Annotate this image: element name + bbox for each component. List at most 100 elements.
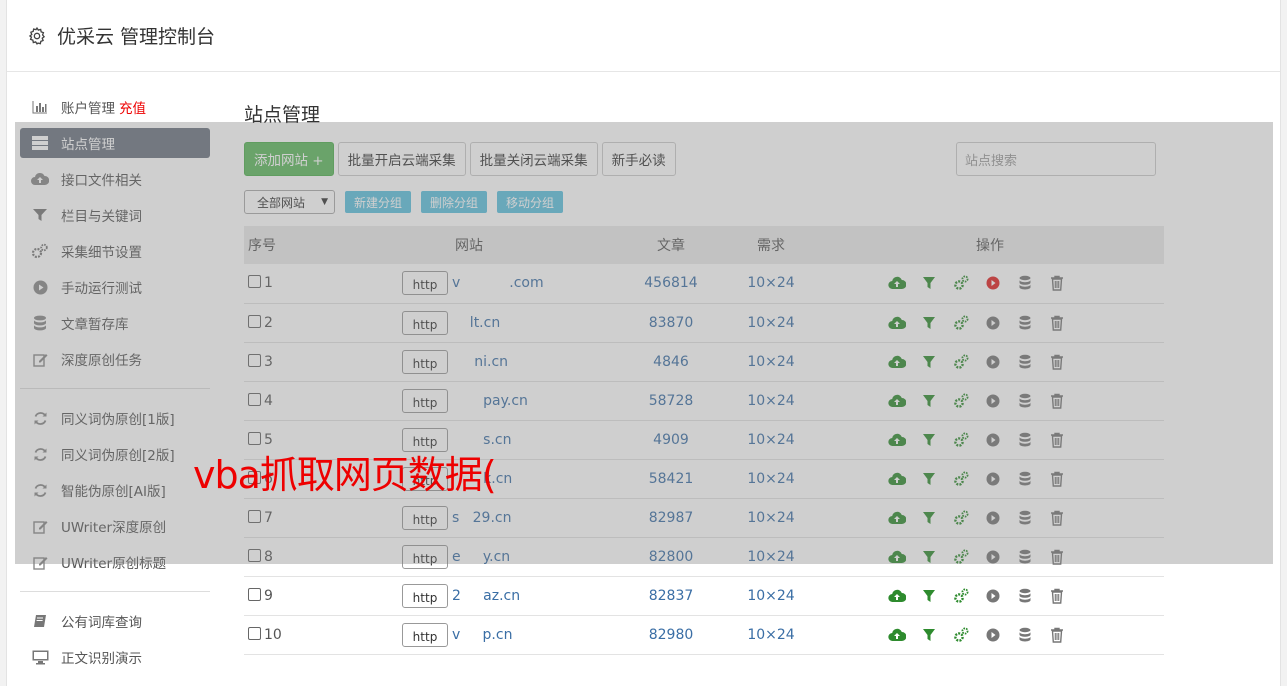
filter-icon[interactable] xyxy=(920,509,938,527)
gears-icon[interactable] xyxy=(952,548,970,566)
row-checkbox[interactable] xyxy=(248,314,261,328)
article-count-link[interactable]: 4909 xyxy=(616,420,726,459)
filter-icon[interactable] xyxy=(920,626,938,644)
demand-link[interactable]: 10×24 xyxy=(726,264,816,303)
protocol-badge[interactable]: http xyxy=(402,505,448,530)
gears-icon[interactable] xyxy=(952,626,970,644)
filter-icon[interactable] xyxy=(920,431,938,449)
protocol-badge[interactable]: http xyxy=(402,349,448,374)
demand-link[interactable]: 10×24 xyxy=(726,381,816,420)
article-count-link[interactable]: 82837 xyxy=(616,576,726,615)
gears-icon[interactable] xyxy=(952,587,970,605)
article-count-link[interactable]: 58421 xyxy=(616,459,726,498)
play-circle-icon[interactable] xyxy=(984,274,1002,292)
protocol-badge[interactable]: http xyxy=(402,583,448,608)
new-group-button[interactable]: 新建分组 xyxy=(345,191,412,213)
demand-link[interactable]: 10×24 xyxy=(726,537,816,576)
sidebar-item[interactable]: 采集细节设置 xyxy=(20,236,210,266)
demand-link[interactable]: 10×24 xyxy=(726,498,816,537)
play-circle-icon[interactable] xyxy=(984,470,1002,488)
cloud-upload-icon[interactable] xyxy=(888,314,907,332)
row-checkbox[interactable] xyxy=(248,275,261,289)
protocol-badge[interactable]: http xyxy=(402,388,448,413)
cloud-upload-icon[interactable] xyxy=(888,392,907,410)
batch-close-cloud-button[interactable]: 批量关闭云端采集 xyxy=(469,142,598,176)
protocol-badge[interactable]: http xyxy=(402,544,448,569)
filter-icon[interactable] xyxy=(920,314,938,332)
row-checkbox[interactable] xyxy=(248,626,261,640)
cloud-upload-icon[interactable] xyxy=(888,626,907,644)
filter-icon[interactable] xyxy=(920,470,938,488)
row-checkbox[interactable] xyxy=(248,587,261,601)
gears-icon[interactable] xyxy=(952,274,970,292)
trash-icon[interactable] xyxy=(1048,431,1066,449)
demand-link[interactable]: 10×24 xyxy=(726,420,816,459)
play-circle-icon[interactable] xyxy=(984,353,1002,371)
demand-link[interactable]: 10×24 xyxy=(726,303,816,342)
site-domain-link[interactable]: s 29.cn xyxy=(452,510,511,526)
site-domain-link[interactable]: 2 az.cn xyxy=(452,588,520,604)
database-icon[interactable] xyxy=(1016,431,1034,449)
database-icon[interactable] xyxy=(1016,353,1034,371)
sidebar-item[interactable]: 手动运行测试 xyxy=(20,272,210,302)
sidebar-item[interactable]: 栏目与关键词 xyxy=(20,200,210,230)
trash-icon[interactable] xyxy=(1048,548,1066,566)
database-icon[interactable] xyxy=(1016,509,1034,527)
site-search-input[interactable]: 站点搜索 xyxy=(956,142,1156,176)
gears-icon[interactable] xyxy=(952,353,970,371)
cloud-upload-icon[interactable] xyxy=(888,509,907,527)
sidebar-item[interactable]: 深度原创任务 xyxy=(20,344,210,374)
article-count-link[interactable]: 82980 xyxy=(616,615,726,654)
sidebar-item[interactable]: 接口文件相关 xyxy=(20,164,210,194)
demand-link[interactable]: 10×24 xyxy=(726,342,816,381)
site-domain-link[interactable]: lt.cn xyxy=(452,315,500,331)
cloud-upload-icon[interactable] xyxy=(888,548,907,566)
filter-icon[interactable] xyxy=(920,587,938,605)
sidebar-item[interactable]: 智能伪原创[AI版] xyxy=(20,475,210,505)
gears-icon[interactable] xyxy=(952,431,970,449)
protocol-badge[interactable]: http xyxy=(402,271,448,296)
trash-icon[interactable] xyxy=(1048,353,1066,371)
site-domain-link[interactable]: pay.cn xyxy=(452,393,528,409)
sidebar-item[interactable]: 同义词伪原创[2版] xyxy=(20,439,210,469)
article-count-link[interactable]: 58728 xyxy=(616,381,726,420)
sidebar-item[interactable]: 公有词库查询 xyxy=(20,606,210,636)
play-circle-icon[interactable] xyxy=(984,626,1002,644)
gears-icon[interactable] xyxy=(952,314,970,332)
demand-link[interactable]: 10×24 xyxy=(726,576,816,615)
sidebar-item[interactable]: 同义词伪原创[1版] xyxy=(20,403,210,433)
trash-icon[interactable] xyxy=(1048,509,1066,527)
database-icon[interactable] xyxy=(1016,470,1034,488)
cloud-upload-icon[interactable] xyxy=(888,353,907,371)
site-domain-link[interactable]: e y.cn xyxy=(452,549,510,565)
article-count-link[interactable]: 82987 xyxy=(616,498,726,537)
sidebar-item[interactable]: 正文识别演示 xyxy=(20,642,210,672)
row-checkbox[interactable] xyxy=(248,353,261,367)
play-circle-icon[interactable] xyxy=(984,392,1002,410)
play-circle-icon[interactable] xyxy=(984,509,1002,527)
sidebar-item[interactable]: 账户管理 充值 xyxy=(20,92,210,122)
database-icon[interactable] xyxy=(1016,626,1034,644)
row-checkbox[interactable] xyxy=(248,548,261,562)
filter-icon[interactable] xyxy=(920,548,938,566)
trash-icon[interactable] xyxy=(1048,587,1066,605)
add-site-button[interactable]: 添加网站 + xyxy=(244,142,334,176)
gears-icon[interactable] xyxy=(952,470,970,488)
protocol-badge[interactable]: http xyxy=(402,622,448,647)
site-domain-link[interactable]: v .com xyxy=(452,275,544,291)
batch-open-cloud-button[interactable]: 批量开启云端采集 xyxy=(337,142,466,176)
trash-icon[interactable] xyxy=(1048,314,1066,332)
beginner-guide-button[interactable]: 新手必读 xyxy=(601,142,676,176)
database-icon[interactable] xyxy=(1016,392,1034,410)
play-circle-icon[interactable] xyxy=(984,548,1002,566)
trash-icon[interactable] xyxy=(1048,470,1066,488)
demand-link[interactable]: 10×24 xyxy=(726,459,816,498)
article-count-link[interactable]: 82800 xyxy=(616,537,726,576)
move-group-button[interactable]: 移动分组 xyxy=(497,191,564,213)
filter-icon[interactable] xyxy=(920,353,938,371)
cloud-upload-icon[interactable] xyxy=(888,274,907,292)
sidebar-item[interactable]: 站点管理 xyxy=(20,128,210,158)
play-circle-icon[interactable] xyxy=(984,431,1002,449)
play-circle-icon[interactable] xyxy=(984,587,1002,605)
delete-group-button[interactable]: 删除分组 xyxy=(421,191,488,213)
